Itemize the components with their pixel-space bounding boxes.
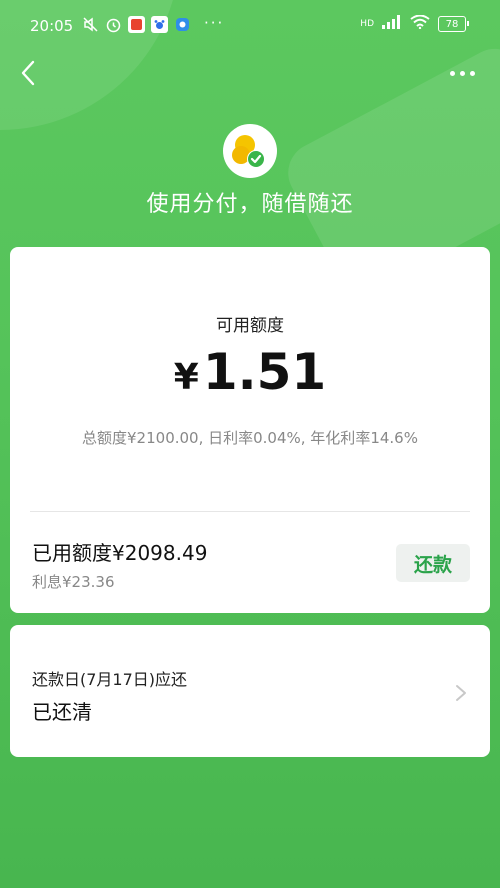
used-credit: 已用额度¥2098.49 [32, 541, 208, 565]
divider [30, 511, 470, 512]
wifi-icon [410, 14, 430, 33]
available-amount-value: 1.51 [202, 343, 327, 401]
back-button[interactable] [16, 58, 44, 88]
status-right-icons: HD 78 [360, 14, 469, 33]
status-more-dots: ··· [204, 14, 225, 32]
repayment-date-label: 还款日(7月17日)应还 [32, 670, 188, 689]
more-dots-icon [449, 70, 455, 76]
more-button[interactable] [446, 62, 478, 84]
battery-icon: 78 [438, 16, 469, 32]
chevron-left-icon [21, 60, 35, 86]
currency-symbol: ¥ [173, 357, 199, 398]
mute-icon [82, 16, 99, 33]
status-bar: 20:05 ··· HD 78 [0, 0, 500, 54]
repay-button[interactable]: 还款 [396, 544, 470, 582]
repayment-card[interactable]: 还款日(7月17日)应还 已还清 [10, 625, 490, 757]
app-badge-58-icon [128, 16, 145, 33]
coins-check-icon [232, 135, 265, 168]
status-time: 20:05 [30, 17, 74, 35]
repayment-status: 已还清 [32, 700, 92, 724]
baidu-icon [151, 16, 168, 33]
network-label: HD [360, 19, 374, 29]
status-icons [82, 16, 191, 33]
available-credit-label: 可用额度 [216, 316, 284, 336]
chevron-right-icon [456, 685, 466, 701]
credit-info: 总额度¥2100.00, 日利率0.04%, 年化利率14.6% [82, 429, 418, 447]
alarm-icon [105, 16, 122, 33]
fenfu-logo [223, 124, 277, 178]
notification-icon [174, 16, 191, 33]
available-credit-amount: ¥1.51 [10, 343, 490, 401]
slogan: 使用分付，随借随还 [146, 192, 354, 217]
interest: 利息¥23.36 [32, 573, 115, 591]
signal-icon [382, 15, 402, 33]
credit-card: 可用额度 ¥1.51 总额度¥2100.00, 日利率0.04%, 年化利率14… [10, 247, 490, 613]
